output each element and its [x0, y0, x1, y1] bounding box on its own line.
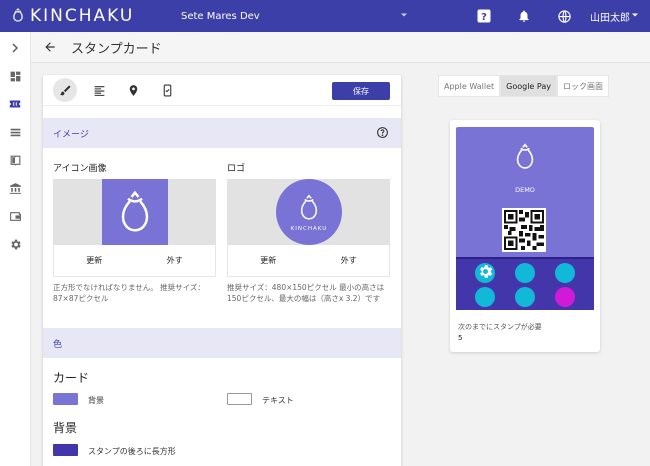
book-icon[interactable]	[0, 146, 30, 174]
pass-preview: DEMO 次のまでにスタンプが必要 5	[450, 120, 600, 352]
back-arrow-icon[interactable]	[43, 40, 57, 54]
icon-image-preview	[102, 179, 168, 245]
tab-lock-screen[interactable]: ロック画面	[556, 75, 609, 97]
stamps-needed-value: 5	[458, 334, 463, 342]
card-name: DEMO	[515, 186, 535, 194]
logo-label: ロゴ	[227, 164, 246, 174]
stamp-card-nav-icon[interactable]	[0, 90, 30, 118]
pouch-icon	[114, 188, 156, 237]
tab-google-pay[interactable]: Google Pay	[500, 75, 557, 97]
tab-apple-wallet[interactable]: Apple Wallet	[438, 75, 501, 97]
workspace-name: Sete Mares Dev	[181, 10, 260, 22]
bank-icon[interactable]	[0, 174, 30, 202]
stamp-background-swatch[interactable]	[53, 444, 78, 456]
card-background-label: 背景	[88, 396, 104, 405]
chevron-down-icon	[630, 10, 640, 23]
brush-icon[interactable]	[53, 78, 77, 102]
stamp-slot	[475, 287, 495, 307]
logo-remove-button[interactable]: 外す	[341, 255, 357, 266]
stamp-background-label: スタンプの後ろに長方形	[88, 447, 176, 456]
logo-actions: 更新 外す	[227, 245, 390, 277]
pass-header: DEMO	[456, 127, 594, 257]
user-menu[interactable]: 山田太郎	[590, 9, 640, 24]
logo-update-button[interactable]: 更新	[260, 255, 276, 266]
save-button[interactable]: 保存	[332, 82, 390, 100]
top-actions: ? 山田太郎	[464, 0, 650, 32]
gear-icon	[477, 263, 494, 283]
background-heading: 背景	[53, 421, 78, 435]
qr-code	[502, 208, 546, 252]
stamp-slot-goal	[555, 287, 575, 307]
stamp-grid	[456, 257, 594, 310]
location-pin-icon[interactable]	[121, 78, 145, 102]
pouch-icon	[296, 193, 322, 224]
pouch-logo-icon	[10, 7, 26, 26]
editor-toolbar: 保存	[43, 75, 401, 106]
stamp-card-editor: 保存 イメージ アイコン画像 更新 外す 正方形でなければなりません。 推奨サイ…	[43, 75, 401, 466]
logo-wordmark: KINCHAKU	[290, 225, 328, 232]
pass-info: 次のまでにスタンプが必要 5	[458, 322, 542, 344]
list-icon[interactable]	[0, 118, 30, 146]
icon-image-label: アイコン画像	[53, 164, 107, 174]
icon-remove-button[interactable]: 外す	[167, 255, 183, 266]
bell-icon[interactable]	[512, 4, 536, 28]
card-heading: カード	[53, 371, 90, 385]
side-nav	[0, 32, 31, 466]
help-icon[interactable]: ?	[472, 4, 496, 28]
page-title: スタンプカード	[71, 41, 162, 57]
dashboard-icon[interactable]	[0, 62, 30, 90]
pouch-icon	[512, 141, 538, 174]
stamp-slot	[475, 263, 495, 283]
user-name: 山田太郎	[590, 12, 630, 24]
icon-image-frame	[53, 179, 216, 245]
icon-image-hint: 正方形でなければなりません。 推奨サイズ：87×87ピクセル	[53, 283, 205, 303]
stamp-slot	[515, 287, 535, 307]
text-color-label: テキスト	[262, 396, 294, 405]
text-align-icon[interactable]	[87, 78, 111, 102]
svg-text:?: ?	[481, 12, 487, 23]
logo-hint: 推奨サイズ：480×150ピクセル 最小の高さは150ピクセル、最大の幅は（高さ…	[227, 283, 385, 303]
stamp-slot	[515, 263, 535, 283]
wallet-icon[interactable]	[0, 202, 30, 230]
stamp-slot	[555, 263, 575, 283]
brand-name: KINCHAKU	[30, 6, 135, 26]
card-background-swatch[interactable]	[53, 393, 78, 405]
icon-update-button[interactable]: 更新	[86, 255, 102, 266]
brand-logo[interactable]: KINCHAKU	[10, 6, 170, 26]
logo-frame: KINCHAKU	[227, 179, 390, 245]
globe-icon[interactable]	[552, 4, 576, 28]
help-circle-icon[interactable]	[376, 126, 389, 142]
color-section-header: 色	[43, 328, 401, 358]
gear-icon[interactable]	[0, 230, 30, 258]
logo-preview: KINCHAKU	[276, 179, 342, 245]
top-app-bar: KINCHAKU Sete Mares Dev ? 山田太郎	[0, 0, 650, 32]
expand-nav-icon[interactable]	[0, 34, 30, 62]
page-header: スタンプカード	[31, 32, 650, 63]
phone-icon[interactable]	[155, 78, 179, 102]
section-title: イメージ	[53, 129, 89, 140]
image-section-header: イメージ	[43, 118, 401, 148]
icon-image-actions: 更新 外す	[53, 245, 216, 277]
section-title: 色	[53, 339, 63, 350]
chevron-down-icon	[399, 10, 409, 23]
text-color-swatch[interactable]	[227, 393, 252, 405]
stamps-needed-label: 次のまでにスタンプが必要	[458, 323, 542, 331]
preview-tabs: Apple Wallet Google Pay ロック画面	[438, 75, 609, 97]
workspace-selector[interactable]: Sete Mares Dev	[181, 10, 409, 23]
